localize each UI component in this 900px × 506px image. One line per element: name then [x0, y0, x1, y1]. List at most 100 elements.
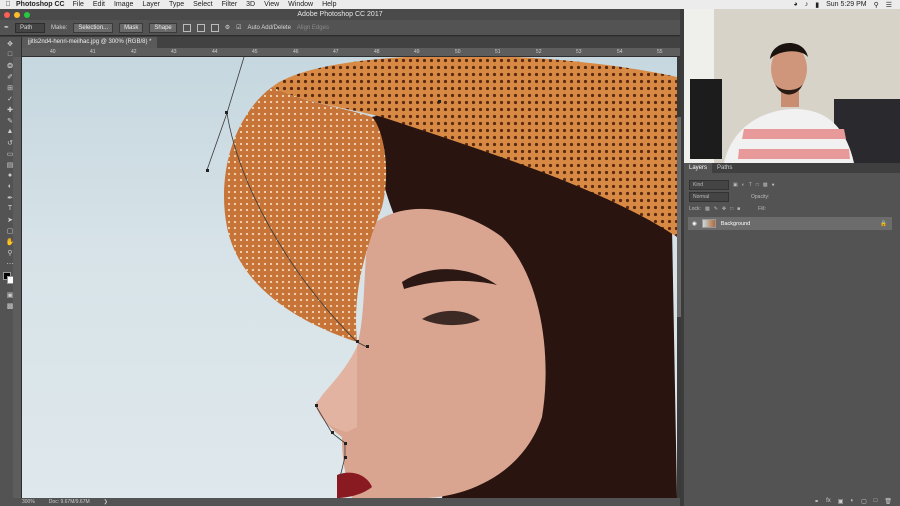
volume-icon[interactable]: ♪ — [805, 1, 809, 8]
filter-row: Kind ▣ ◐ T □ ▩ ● — [684, 179, 900, 191]
menu-view[interactable]: View — [264, 1, 279, 8]
vertical-ruler[interactable] — [13, 57, 22, 499]
menu-layer[interactable]: Layer — [142, 1, 160, 8]
add-mask-icon[interactable]: ▣ — [838, 498, 844, 505]
app-name-menu[interactable]: Photoshop CC — [16, 1, 65, 8]
lock-paint-icon[interactable]: ✎ — [714, 206, 718, 212]
ruler-tick: 55 — [657, 49, 663, 55]
window-title: Adobe Photoshop CC 2017 — [297, 11, 383, 18]
lock-move-icon[interactable]: ✥ — [722, 206, 726, 212]
document-canvas[interactable] — [22, 57, 677, 498]
delete-layer-icon[interactable]: 🗑 — [884, 498, 892, 505]
ruler-tick: 41 — [90, 49, 96, 55]
make-selection-button[interactable]: Selection... — [73, 22, 114, 33]
ruler-tick: 43 — [171, 49, 177, 55]
ruler-tick: 45 — [252, 49, 258, 55]
path-operations-icon[interactable] — [182, 23, 191, 32]
horizontal-ruler[interactable]: 40 41 42 43 44 45 46 47 48 49 50 51 52 5… — [22, 48, 680, 57]
new-layer-icon[interactable]: □ — [874, 498, 878, 504]
wifi-icon[interactable]: ◕ — [794, 1, 798, 8]
fill-label: Fill: — [758, 206, 766, 212]
layer-style-icon[interactable]: fx — [826, 498, 831, 504]
pen-tool-preset-icon[interactable]: ✒ — [4, 24, 9, 31]
battery-icon[interactable]: ▮ — [815, 1, 819, 9]
blend-mode-dropdown[interactable]: Normal — [689, 192, 729, 202]
ruler-tick: 47 — [333, 49, 339, 55]
path-alignment-icon[interactable] — [196, 23, 205, 32]
lock-artboard-icon[interactable]: □ — [730, 206, 733, 212]
layer-thumbnail — [701, 219, 716, 228]
status-arrow-icon[interactable]: ❯ — [104, 499, 108, 505]
menu-help[interactable]: Help — [322, 1, 336, 8]
lock-pixels-icon[interactable]: ▩ — [705, 206, 710, 212]
ruler-tick: 46 — [293, 49, 299, 55]
path-mode-dropdown[interactable]: Path — [15, 22, 46, 33]
layer-name[interactable]: Background — [721, 221, 750, 227]
panel-footer: ⚭ fx ▣ ◐ ▢ □ 🗑 — [684, 496, 900, 506]
photo-artwork — [206, 57, 677, 498]
align-edges-label: Align Edges — [296, 24, 329, 31]
scroll-thumb[interactable] — [677, 117, 681, 317]
opacity-label: Opacity: — [751, 194, 770, 200]
tab-paths[interactable]: Paths — [712, 163, 737, 173]
lock-icon: 🔒 — [880, 220, 887, 227]
menu-3d[interactable]: 3D — [246, 1, 255, 8]
status-bar: 300% Doc: 9.67M/9.67M ❯ — [0, 498, 680, 506]
menu-list-icon[interactable]: ☰ — [886, 1, 892, 9]
ruler-tick: 42 — [131, 49, 137, 55]
adjustment-layer-icon[interactable]: ◐ — [850, 498, 854, 504]
webcam-overlay — [684, 9, 900, 163]
options-bar: ✒ Path Make: Selection... Mask Shape ⚙ ☑… — [0, 20, 680, 36]
menu-file[interactable]: File — [73, 1, 84, 8]
ruler-tick: 48 — [374, 49, 380, 55]
ruler-tick: 53 — [576, 49, 582, 55]
document-size[interactable]: Doc: 9.67M/9.67M — [49, 499, 90, 505]
ruler-tick: 50 — [455, 49, 461, 55]
layer-row[interactable]: ◉ Background 🔒 — [688, 217, 892, 230]
lock-row: Lock: ▩ ✎ ✥ □ ■ Fill: — [684, 203, 900, 215]
filter-smart-icon[interactable]: ▩ — [763, 182, 768, 188]
visibility-eye-icon[interactable]: ◉ — [692, 221, 697, 227]
filter-adjustment-icon[interactable]: ◐ — [742, 182, 745, 188]
apple-icon[interactable]:  — [0, 1, 16, 8]
make-mask-button[interactable]: Mask — [119, 22, 144, 33]
auto-add-delete-checkbox[interactable]: ☑ — [236, 24, 241, 31]
document-tab-bar: jjitls2nd4-henri-meilhac.jpg @ 300% (RGB… — [22, 37, 680, 48]
vertical-scrollbar[interactable] — [677, 57, 681, 498]
menu-window[interactable]: Window — [288, 1, 313, 8]
menu-edit[interactable]: Edit — [93, 1, 105, 8]
new-group-icon[interactable]: ▢ — [861, 498, 867, 505]
document-tab[interactable]: jjitls2nd4-henri-meilhac.jpg @ 300% (RGB… — [22, 37, 158, 48]
search-icon[interactable]: ⚲ — [874, 1, 879, 9]
path-arrangement-icon[interactable] — [210, 23, 219, 32]
menu-image[interactable]: Image — [114, 1, 133, 8]
link-layers-icon[interactable]: ⚭ — [814, 498, 819, 505]
filter-toggle-icon[interactable]: ● — [772, 182, 775, 188]
hat-brim — [224, 87, 387, 342]
tab-layers[interactable]: Layers — [684, 163, 713, 173]
lock-label: Lock: — [689, 206, 701, 212]
menu-select[interactable]: Select — [193, 1, 212, 8]
zoom-level[interactable]: 300% — [22, 499, 35, 505]
mac-menu-bar:  Photoshop CC File Edit Image Layer Typ… — [0, 0, 900, 9]
blend-row: Normal Opacity: — [684, 191, 900, 203]
ruler-tick: 40 — [50, 49, 56, 55]
menu-filter[interactable]: Filter — [222, 1, 238, 8]
filter-shape-icon[interactable]: □ — [756, 182, 759, 188]
lock-all-icon[interactable]: ■ — [737, 206, 740, 212]
ruler-tick: 44 — [212, 49, 218, 55]
webcam-image — [684, 9, 900, 163]
layers-panel: Layers Paths Kind ▣ ◐ T □ ▩ ● Normal Opa… — [684, 163, 900, 506]
filter-type-icon[interactable]: T — [749, 182, 752, 188]
clock[interactable]: Sun 5:29 PM — [826, 1, 866, 8]
gear-icon[interactable]: ⚙ — [225, 24, 230, 31]
nose-shape — [317, 347, 357, 432]
auto-add-delete-label: Auto Add/Delete — [247, 24, 291, 31]
move-tool-icon[interactable]: ✥ — [5, 39, 15, 48]
ruler-tick: 49 — [414, 49, 420, 55]
window-title-bar: Adobe Photoshop CC 2017 — [0, 9, 680, 20]
kind-filter-dropdown[interactable]: Kind — [689, 180, 729, 190]
filter-pixel-icon[interactable]: ▣ — [733, 182, 738, 188]
menu-type[interactable]: Type — [169, 1, 184, 8]
make-shape-button[interactable]: Shape — [149, 22, 177, 33]
